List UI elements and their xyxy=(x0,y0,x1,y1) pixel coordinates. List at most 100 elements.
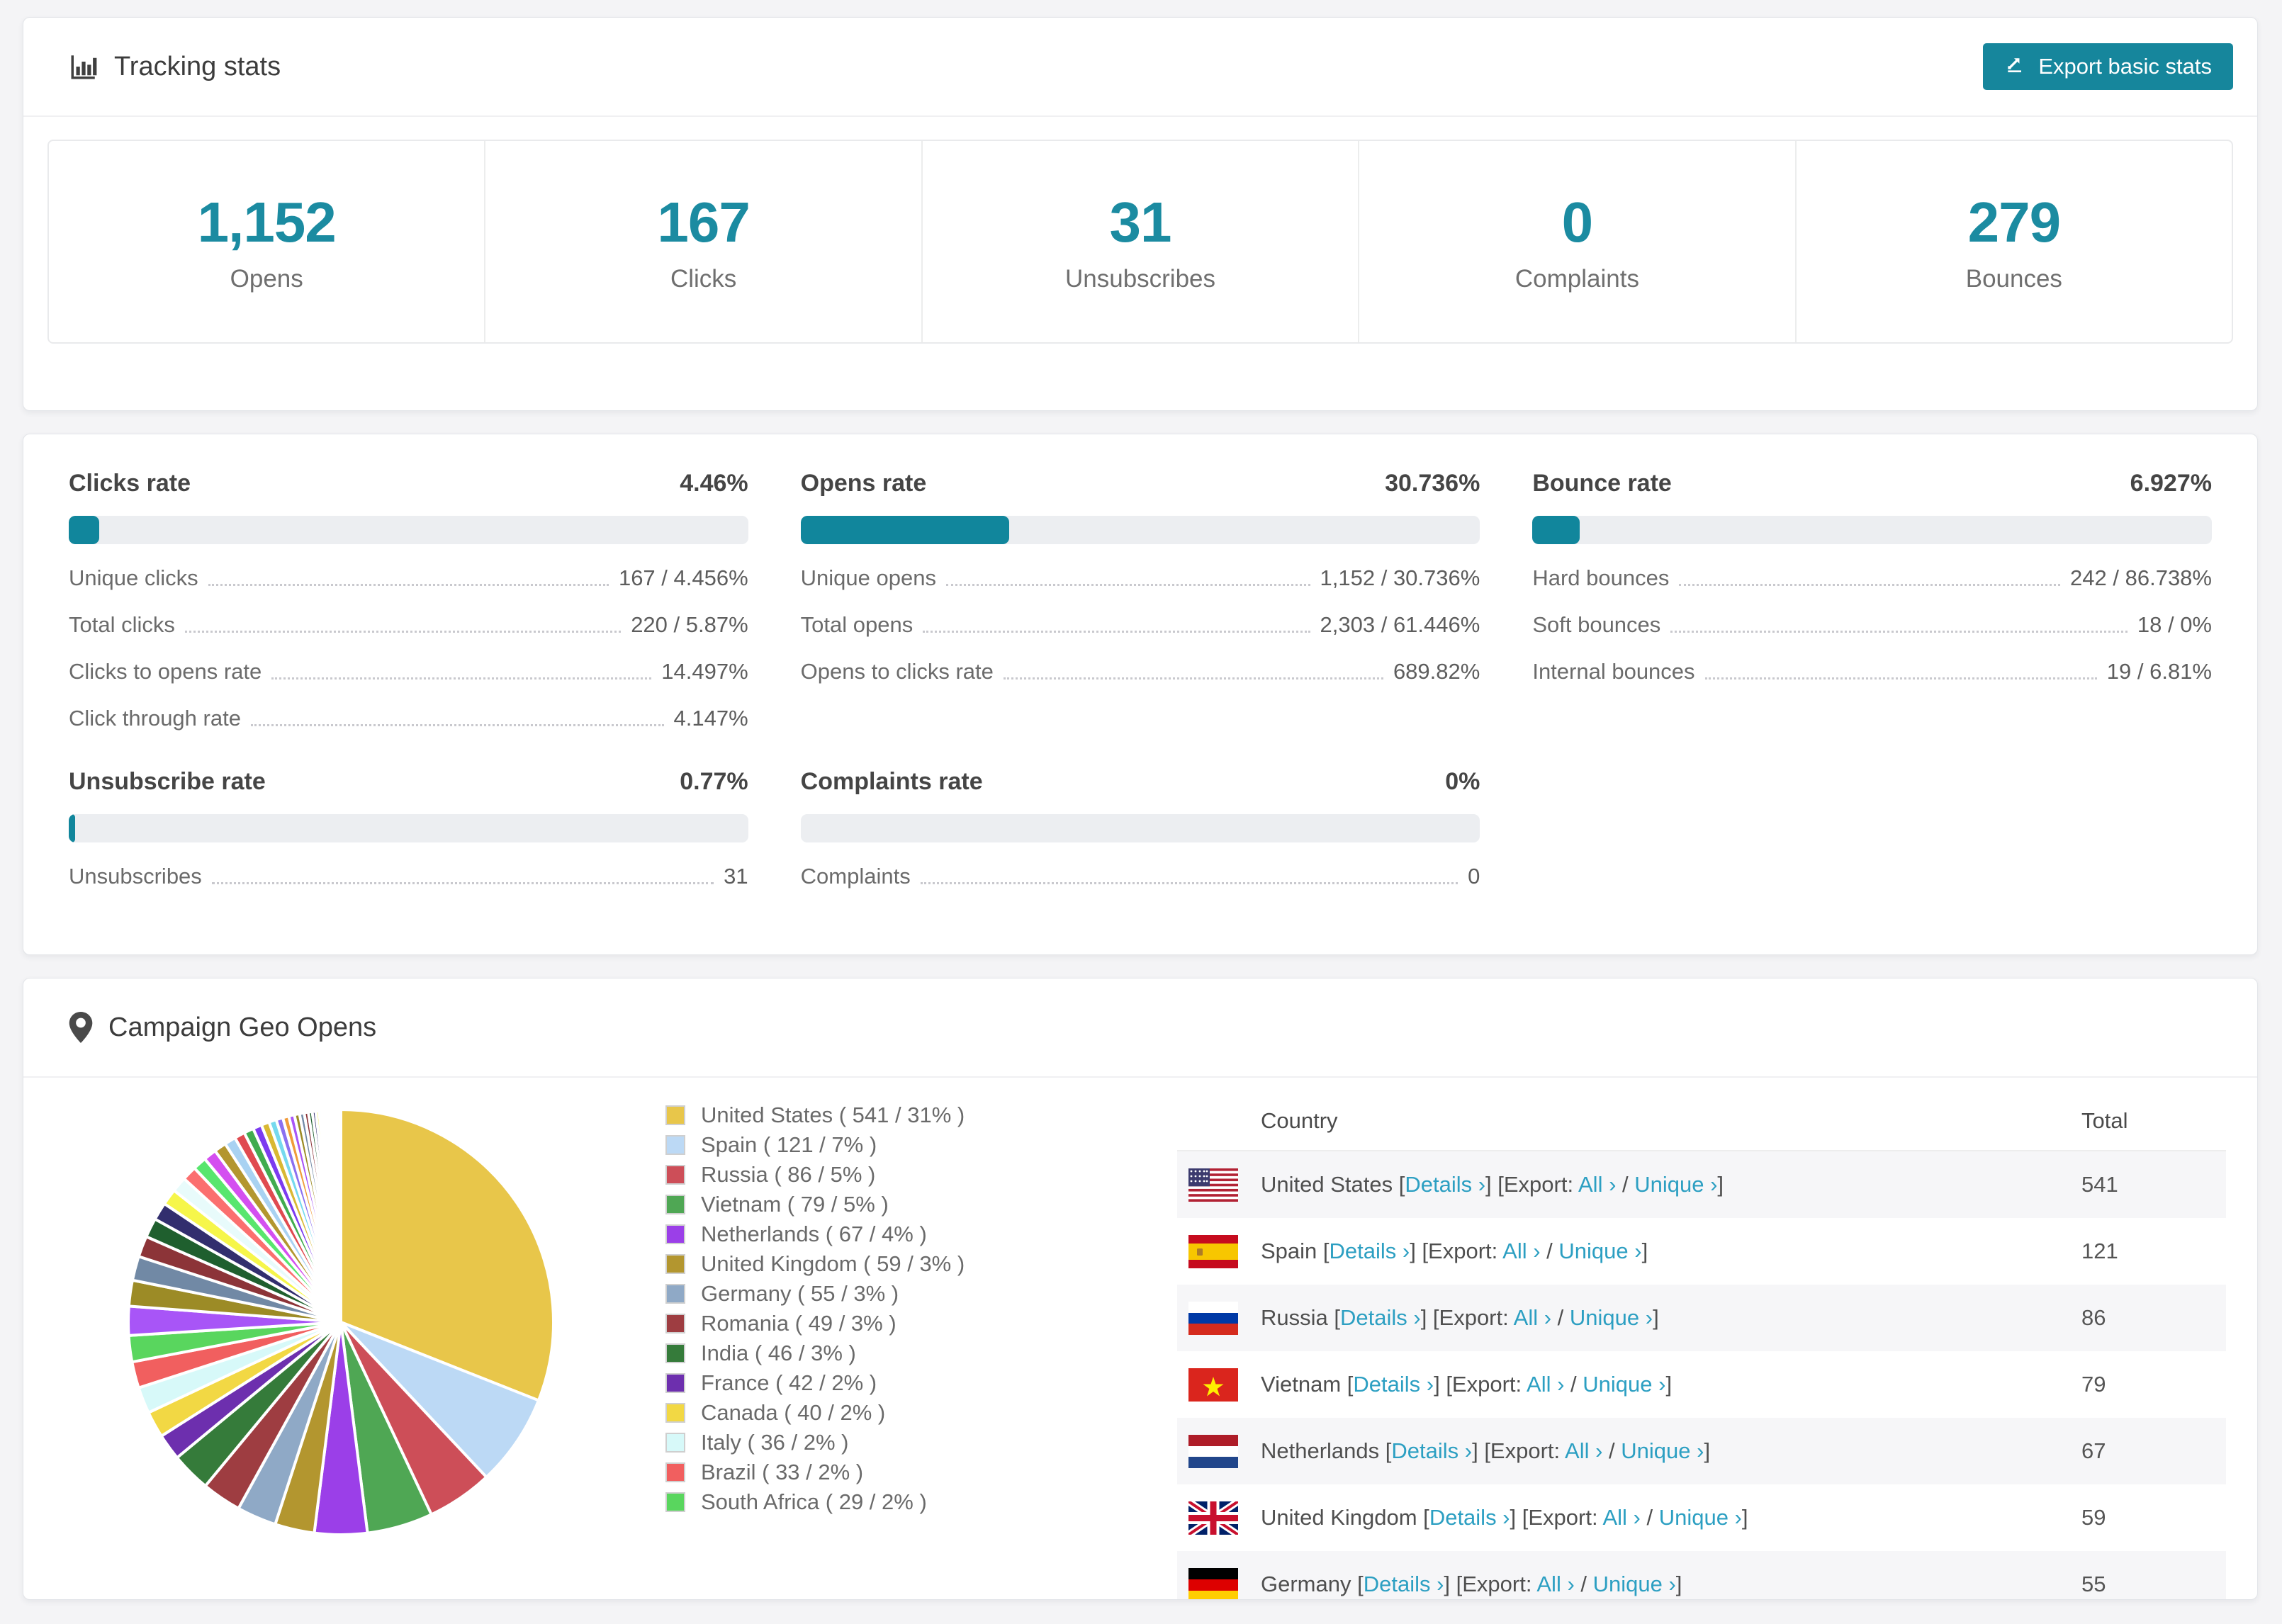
rates-grid: Clicks rate 4.46% Unique clicks 167 / 4.… xyxy=(69,470,2212,889)
pie-legend: United States ( 541 / 31% ) Spain ( 121 … xyxy=(665,1100,965,1517)
rate-progress-bar xyxy=(69,516,748,544)
rate-progress-bar xyxy=(69,814,748,842)
country-cell: Russia [Details ›] [Export: All › / Uniq… xyxy=(1261,1305,1659,1330)
export-all-link[interactable]: All › xyxy=(1578,1172,1616,1197)
export-unique-link[interactable]: Unique › xyxy=(1659,1505,1742,1530)
legend-item: Netherlands ( 67 / 4% ) xyxy=(665,1219,965,1249)
legend-swatch xyxy=(665,1284,685,1304)
export-all-link[interactable]: All › xyxy=(1514,1305,1551,1330)
tracking-stats-header: Tracking stats Export basic stats xyxy=(23,18,2257,117)
total-cell: 121 xyxy=(2081,1239,2118,1263)
rate-detail-row: Opens to clicks rate 689.82% xyxy=(800,659,1480,684)
dotted-leader xyxy=(1704,677,2097,680)
rate-title: Complaints rate xyxy=(800,768,983,795)
details-link[interactable]: Details › xyxy=(1364,1572,1444,1596)
tracking-stats-title: Tracking stats xyxy=(69,52,281,82)
rate-detail-row: Soft bounces 18 / 0% xyxy=(1532,612,2212,637)
legend-swatch xyxy=(665,1254,685,1274)
stat-label: Clicks xyxy=(670,265,737,293)
legend-item: Spain ( 121 / 7% ) xyxy=(665,1130,965,1160)
rate-value: 30.736% xyxy=(1385,470,1480,497)
legend-swatch xyxy=(665,1433,685,1453)
details-link[interactable]: Details › xyxy=(1405,1172,1485,1197)
legend-swatch xyxy=(665,1165,685,1185)
rate-panel-clicks-rate: Clicks rate 4.46% Unique clicks 167 / 4.… xyxy=(69,470,748,731)
flag-icon-gb xyxy=(1188,1501,1238,1535)
rate-panel-opens-rate: Opens rate 30.736% Unique opens 1,152 / … xyxy=(800,470,1480,731)
rate-progress-fill xyxy=(800,516,1010,544)
campaign-geo-opens-card: Campaign Geo Opens United States ( 541 /… xyxy=(23,978,2258,1600)
legend-swatch xyxy=(665,1224,685,1244)
rate-progress-bar xyxy=(1532,516,2212,544)
legend-item: Germany ( 55 / 3% ) xyxy=(665,1279,965,1309)
total-cell: 79 xyxy=(2081,1372,2106,1397)
legend-item: India ( 46 / 3% ) xyxy=(665,1338,965,1368)
export-basic-stats-button[interactable]: Export basic stats xyxy=(1983,43,2233,90)
table-row-gb: United Kingdom [Details ›] [Export: All … xyxy=(1177,1484,2226,1551)
export-all-link[interactable]: All › xyxy=(1527,1372,1564,1397)
export-unique-link[interactable]: Unique › xyxy=(1558,1239,1641,1263)
rate-title: Clicks rate xyxy=(69,470,191,497)
bar-chart-icon xyxy=(69,52,99,81)
export-unique-link[interactable]: Unique › xyxy=(1621,1438,1704,1463)
details-link[interactable]: Details › xyxy=(1353,1372,1434,1397)
map-marker-icon xyxy=(69,1012,93,1043)
export-all-link[interactable]: All › xyxy=(1502,1239,1540,1263)
geo-header: Campaign Geo Opens xyxy=(23,979,2257,1078)
rate-detail-row: Internal bounces 19 / 6.81% xyxy=(1532,659,2212,684)
dotted-leader xyxy=(271,677,652,680)
rate-value: 6.927% xyxy=(2130,470,2212,497)
export-all-link[interactable]: All › xyxy=(1536,1572,1574,1596)
export-all-link[interactable]: All › xyxy=(1602,1505,1640,1530)
table-row-ru: Russia [Details ›] [Export: All › / Uniq… xyxy=(1177,1285,2226,1351)
rate-value: 0% xyxy=(1445,768,1480,795)
legend-item: Romania ( 49 / 3% ) xyxy=(665,1309,965,1338)
legend-swatch xyxy=(665,1403,685,1423)
rate-detail-row: Complaints 0 xyxy=(800,864,1480,889)
details-link[interactable]: Details › xyxy=(1340,1305,1421,1330)
export-icon xyxy=(2004,52,2027,81)
rate-panel-complaints-rate: Complaints rate 0% Complaints 0 xyxy=(800,768,1480,889)
legend-swatch xyxy=(665,1373,685,1393)
stat-value: 31 xyxy=(1109,191,1172,254)
export-unique-link[interactable]: Unique › xyxy=(1570,1305,1653,1330)
table-row-es: Spain [Details ›] [Export: All › / Uniqu… xyxy=(1177,1218,2226,1285)
stat-cell-unsubscribes: 31 Unsubscribes xyxy=(921,141,1358,342)
flag-icon-nl xyxy=(1188,1434,1238,1468)
rate-detail-row: Total clicks 220 / 5.87% xyxy=(69,612,748,637)
country-cell: Vietnam [Details ›] [Export: All › / Uni… xyxy=(1261,1372,1673,1397)
dotted-leader xyxy=(1003,677,1383,680)
table-row-nl: Netherlands [Details ›] [Export: All › /… xyxy=(1177,1418,2226,1484)
legend-swatch xyxy=(665,1195,685,1214)
rate-value: 0.77% xyxy=(680,768,748,795)
legend-item: Vietnam ( 79 / 5% ) xyxy=(665,1190,965,1219)
legend-item: Italy ( 36 / 2% ) xyxy=(665,1428,965,1457)
details-link[interactable]: Details › xyxy=(1391,1438,1472,1463)
export-all-link[interactable]: All › xyxy=(1565,1438,1602,1463)
export-unique-link[interactable]: Unique › xyxy=(1593,1572,1676,1596)
export-unique-link[interactable]: Unique › xyxy=(1583,1372,1665,1397)
legend-item: United Kingdom ( 59 / 3% ) xyxy=(665,1249,965,1279)
geo-title: Campaign Geo Opens xyxy=(108,1012,377,1042)
legend-label: Russia ( 86 / 5% ) xyxy=(701,1162,876,1187)
rate-panel-unsubscribe-rate: Unsubscribe rate 0.77% Unsubscribes 31 xyxy=(69,768,748,889)
legend-label: Vietnam ( 79 / 5% ) xyxy=(701,1192,889,1217)
stat-label: Complaints xyxy=(1514,265,1639,293)
legend-label: Italy ( 36 / 2% ) xyxy=(701,1430,849,1455)
stat-value: 167 xyxy=(657,191,750,254)
export-unique-link[interactable]: Unique › xyxy=(1634,1172,1717,1197)
country-cell: United Kingdom [Details ›] [Export: All … xyxy=(1261,1505,1748,1530)
details-link[interactable]: Details › xyxy=(1429,1505,1510,1530)
legend-label: United States ( 541 / 31% ) xyxy=(701,1103,965,1127)
geo-title-wrap: Campaign Geo Opens xyxy=(69,1012,376,1043)
country-cell: Spain [Details ›] [Export: All › / Uniqu… xyxy=(1261,1239,1648,1263)
total-cell: 86 xyxy=(2081,1305,2106,1330)
stat-value: 0 xyxy=(1561,191,1593,254)
legend-label: Spain ( 121 / 7% ) xyxy=(701,1132,877,1157)
details-link[interactable]: Details › xyxy=(1330,1239,1410,1263)
stat-value: 1,152 xyxy=(197,191,337,254)
flag-icon-us xyxy=(1188,1168,1238,1202)
legend-item: Canada ( 40 / 2% ) xyxy=(665,1398,965,1428)
rate-title: Bounce rate xyxy=(1532,470,1672,497)
dotted-leader xyxy=(184,631,622,633)
